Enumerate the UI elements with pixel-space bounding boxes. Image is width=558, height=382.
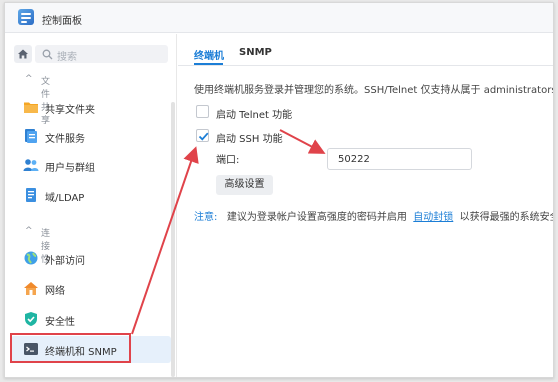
terminal-description: 使用终端机服务登录并管理您的系统。SSH/Telnet 仅支持从属于 admin… [194, 85, 554, 96]
sidebar-item-label: 域/LDAP [45, 193, 85, 204]
sidebar-item-label: 外部访问 [45, 256, 85, 267]
sidebar-item-label: 文件服务 [45, 134, 85, 145]
port-value: 50222 [338, 154, 370, 165]
sidebar-item-security[interactable]: 安全性 [11, 306, 171, 333]
file-services-icon [25, 129, 37, 143]
sidebar-item-label: 安全性 [45, 317, 75, 328]
chevron-up-icon: ^ [25, 74, 33, 84]
sidebar: 搜索 ^ 文件共享 共享文件夹 文件服务 用户与群组 域/LDAP ^ 连接性 … [5, 34, 177, 377]
folder-icon [24, 102, 38, 113]
sidebar-item-external-access[interactable]: 外部访问 [11, 245, 171, 272]
sidebar-item-network[interactable]: 网络 [11, 275, 171, 302]
annotation-highlight-box [10, 333, 131, 363]
sidebar-scrollbar[interactable] [171, 102, 175, 377]
port-label: 端口: [216, 155, 240, 166]
advanced-settings-label: 高级设置 [224, 179, 265, 190]
tab-terminal[interactable]: 终端机 [194, 47, 224, 62]
network-icon [24, 282, 38, 295]
sidebar-item-label: 网络 [45, 286, 65, 297]
sidebar-item-domain-ldap[interactable]: 域/LDAP [11, 182, 171, 209]
globe-icon [24, 251, 38, 265]
telnet-label: 启动 Telnet 功能 [216, 110, 293, 121]
note-prefix: 注意: [194, 212, 218, 223]
security-note: 注意: 建议为登录帐户设置高强度的密码并启用 自动封锁 以获得最强的系统安全性。 [194, 208, 553, 223]
chevron-up-icon: ^ [25, 226, 33, 236]
sidebar-item-label: 用户与群组 [45, 163, 95, 174]
users-icon [23, 159, 39, 171]
shield-icon [25, 312, 37, 326]
ssh-label: 启动 SSH 功能 [216, 134, 283, 145]
control-panel-icon [18, 9, 34, 25]
auto-block-link[interactable]: 自动封锁 [413, 212, 453, 223]
sidebar-item-label: 共享文件夹 [45, 105, 95, 116]
ssh-checkbox[interactable] [196, 129, 209, 142]
port-input[interactable]: 50222 [327, 148, 472, 170]
telnet-checkbox[interactable] [196, 105, 209, 118]
checkmark-icon [198, 132, 209, 141]
search-input[interactable]: 搜索 [35, 45, 168, 63]
search-placeholder: 搜索 [57, 52, 77, 63]
note-text-end: 以获得最强的系统安全性。 [459, 212, 553, 223]
domain-icon [26, 188, 36, 202]
advanced-settings-button[interactable]: 高级设置 [216, 175, 273, 195]
window-title: 控制面板 [42, 16, 82, 27]
search-icon [42, 49, 53, 60]
tabs-divider [178, 65, 553, 66]
note-text: 建议为登录帐户设置高强度的密码并启用 [226, 212, 407, 223]
sidebar-item-file-services[interactable]: 文件服务 [11, 123, 171, 150]
home-button[interactable] [14, 45, 32, 63]
control-panel-window: 控制面板 搜索 ^ 文件共享 共享文件夹 文件服务 用户与群组 域/LDAP ^… [4, 2, 554, 378]
sidebar-item-shared-folder[interactable]: 共享文件夹 [11, 94, 171, 121]
tab-snmp[interactable]: SNMP [239, 47, 272, 58]
home-icon [18, 49, 28, 59]
sidebar-item-users-groups[interactable]: 用户与群组 [11, 152, 171, 179]
title-bar: 控制面板 [5, 3, 553, 33]
main-panel: 终端机 SNMP 使用终端机服务登录并管理您的系统。SSH/Telnet 仅支持… [178, 34, 554, 377]
